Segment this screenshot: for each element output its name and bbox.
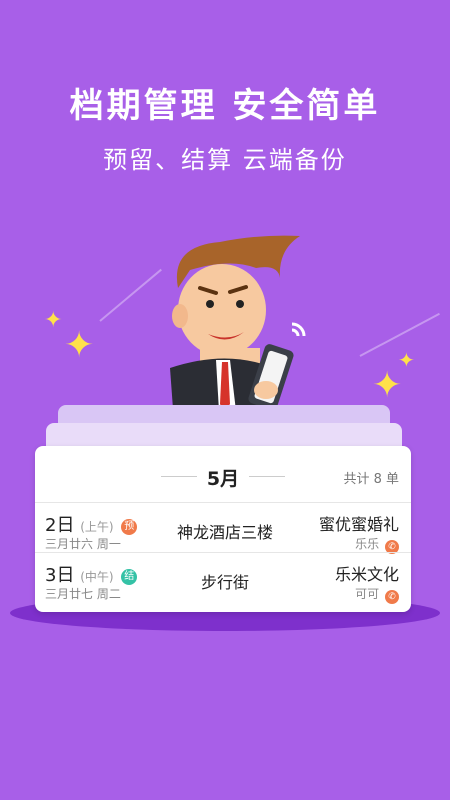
phone-icon[interactable]: ✆ [385,590,399,604]
client-name: 乐米文化 [334,565,399,584]
divider [249,476,285,477]
day-label: 2日 [45,515,75,536]
sparkle-icon: ✦ [44,308,63,333]
contact-block: 可可 ✆ [355,585,399,604]
settled-badge: 结 [121,569,138,585]
sparkle-icon: ✦ [64,325,95,366]
lunar-date: 三月廿六 周一 [45,537,121,551]
card-header: 5月 共计 8 单 [35,446,411,504]
schedule-card: 5月 共计 8 单 2日 (上午) 预 三月廿六 周一 神龙酒店三楼 蜜优蜜婚礼… [35,446,411,612]
schedule-row[interactable]: 3日 (中午) 结 三月廿七 周二 步行街 乐米文化 可可 ✆ [35,552,411,604]
time-period: (中午) [80,570,114,584]
decor-ray [99,268,162,322]
venue-label: 步行街 [200,573,249,592]
contact-name: 乐乐 [355,537,380,551]
venue-label: 神龙酒店三楼 [176,523,273,542]
sparkle-icon: ✦ [372,365,403,406]
date-block: 2日 (上午) 预 [45,511,138,537]
time-period: (上午) [80,520,114,534]
headline: 档期管理 安全简单 [69,86,381,126]
client-name: 蜜优蜜婚礼 [318,515,399,534]
reserved-badge: 预 [121,519,138,535]
lunar-date: 三月廿七 周二 [45,587,121,601]
contact-name: 可可 [355,587,380,601]
day-label: 3日 [45,565,75,586]
total-count: 共计 8 单 [343,472,399,487]
schedule-row[interactable]: 2日 (上午) 预 三月廿六 周一 神龙酒店三楼 蜜优蜜婚礼 乐乐 ✆ [35,502,411,554]
subline: 预留、结算 云端备份 [103,146,347,174]
date-block: 3日 (中午) 结 [45,561,138,587]
